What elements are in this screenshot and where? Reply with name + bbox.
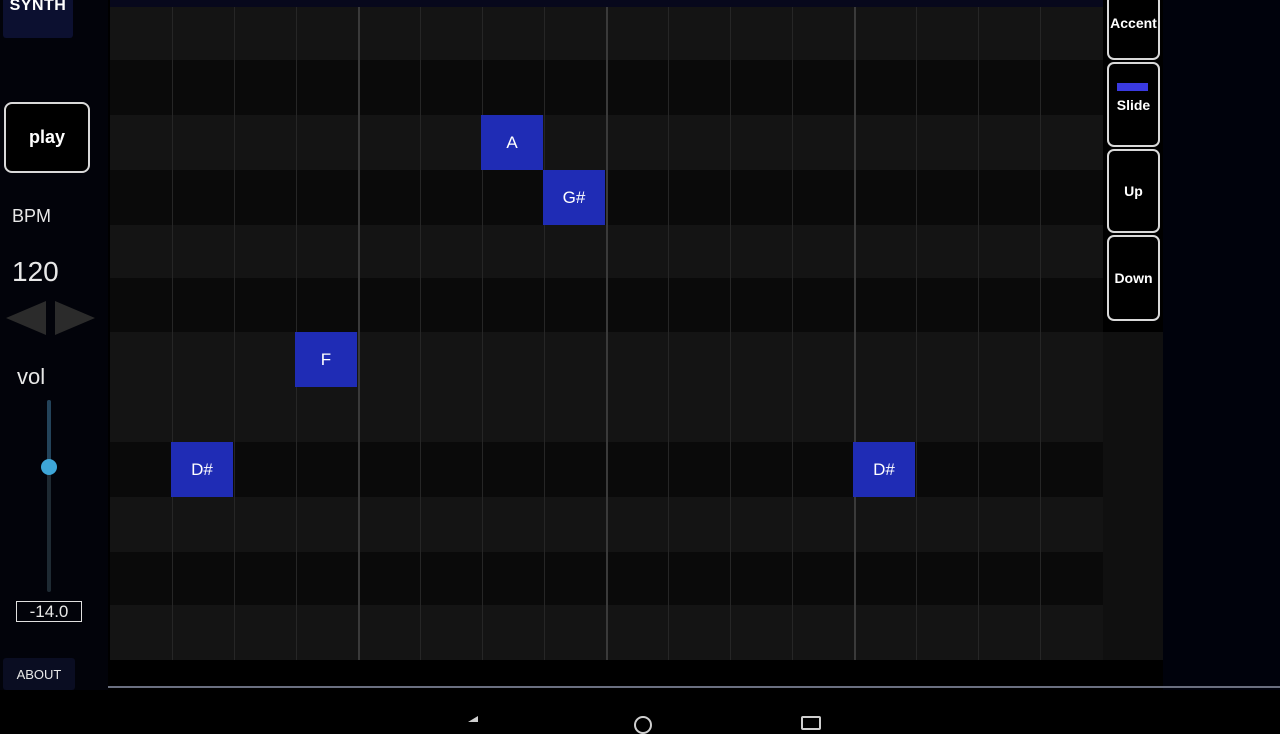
grid-column-line — [358, 0, 360, 660]
down-button[interactable]: Down — [1107, 235, 1160, 321]
about-button[interactable]: ABOUT — [3, 658, 75, 690]
note-cell[interactable]: G# — [543, 170, 605, 225]
note-cell[interactable]: A — [481, 115, 543, 170]
sequencer-grid[interactable]: A G# F D# D# — [110, 0, 1103, 660]
accent-button[interactable]: Accent — [1107, 0, 1160, 60]
grid-column-line — [730, 0, 731, 660]
play-button[interactable]: play — [4, 102, 90, 173]
note-cell[interactable]: D# — [853, 442, 915, 497]
volume-value: -14.0 — [16, 601, 82, 622]
slide-button[interactable]: Slide — [1107, 62, 1160, 147]
bpm-decrease-arrow-icon[interactable] — [6, 301, 46, 335]
synth-tab[interactable]: SYNTH — [3, 0, 73, 38]
grid-column-line — [172, 0, 173, 660]
grid-top-bar — [110, 0, 1103, 7]
volume-slider-fill — [47, 400, 51, 467]
grid-extension — [1103, 332, 1163, 660]
up-button[interactable]: Up — [1107, 149, 1160, 233]
grid-column-line — [420, 0, 421, 660]
grid-column-line — [854, 0, 856, 660]
grid-column-line — [978, 0, 979, 660]
up-label: Up — [1124, 183, 1143, 199]
grid-column-line — [1040, 0, 1041, 660]
volume-label: vol — [17, 364, 46, 389]
slide-indicator — [1117, 83, 1148, 91]
grid-column-line — [234, 0, 235, 660]
home-icon[interactable] — [634, 716, 652, 734]
grid-column-line — [792, 0, 793, 660]
note-cell[interactable]: D# — [171, 442, 233, 497]
right-panel — [1163, 0, 1280, 690]
grid-column-line — [606, 0, 608, 660]
sidebar: SYNTH play BPM 120 vol -14.0 ABOUT — [0, 0, 108, 690]
bpm-increase-arrow-icon[interactable] — [55, 301, 95, 335]
bottom-divider — [108, 686, 1280, 688]
note-cell[interactable]: F — [295, 332, 357, 387]
accent-label: Accent — [1110, 15, 1157, 31]
back-icon[interactable] — [468, 716, 478, 722]
grid-column-line — [916, 0, 917, 660]
grid-column-line — [296, 0, 297, 660]
grid-column-line — [668, 0, 669, 660]
slide-label: Slide — [1116, 96, 1151, 113]
grid-column-line — [544, 0, 545, 660]
bpm-value: 120 — [12, 256, 59, 287]
bpm-label: BPM — [12, 206, 52, 226]
recent-apps-icon[interactable] — [801, 716, 821, 730]
grid-column-line — [482, 0, 483, 660]
down-label: Down — [1114, 270, 1153, 286]
volume-slider-thumb[interactable] — [41, 459, 57, 475]
